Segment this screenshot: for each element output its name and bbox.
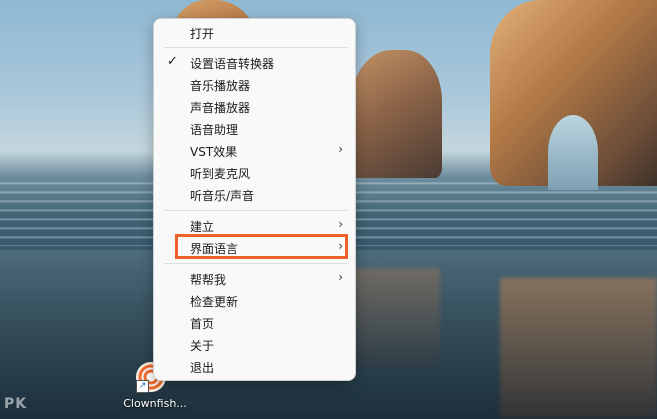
context-menu: 打开 ✓ 设置语音转换器 音乐播放器 声音播放器 语音助理 VST效果 › 听到… <box>153 18 356 381</box>
menu-item-voice-assistant[interactable]: 语音助理 <box>158 118 351 139</box>
menu-item-label: 听音乐/声音 <box>190 189 255 203</box>
checkmark-icon: ✓ <box>167 54 178 69</box>
menu-item-setup[interactable]: 建立 › <box>158 215 351 236</box>
menu-item-label: 检查更新 <box>190 295 239 309</box>
menu-item-music-player[interactable]: 音乐播放器 <box>158 74 351 95</box>
wallpaper-rock-middle <box>350 50 442 178</box>
watermark: PK <box>4 396 28 412</box>
menu-item-label: 关于 <box>190 339 215 353</box>
menu-item-label: 建立 <box>190 220 215 234</box>
menu-item-label: 音乐播放器 <box>190 79 251 93</box>
menu-item-exit[interactable]: 退出 <box>158 356 351 377</box>
chevron-right-icon: › <box>338 217 343 231</box>
menu-item-label: 首页 <box>190 317 215 331</box>
shortcut-arrow-icon: ↗ <box>136 380 149 393</box>
highlight-box <box>175 234 348 259</box>
menu-item-label: VST效果 <box>190 145 238 159</box>
menu-item-label: 语音助理 <box>190 123 239 137</box>
menu-item-label: 打开 <box>190 27 215 41</box>
menu-item-check-updates[interactable]: 检查更新 <box>158 290 351 311</box>
menu-item-label: 退出 <box>190 361 215 375</box>
menu-item-homepage[interactable]: 首页 <box>158 312 351 333</box>
menu-item-hear-music-sound[interactable]: 听音乐/声音 <box>158 184 351 205</box>
wallpaper-reflection-middle <box>350 268 440 368</box>
menu-item-vst-effects[interactable]: VST效果 › <box>158 140 351 161</box>
menu-item-label: 声音播放器 <box>190 101 251 115</box>
menu-separator <box>164 263 347 264</box>
menu-item-about[interactable]: 关于 <box>158 334 351 355</box>
menu-item-open[interactable]: 打开 <box>158 22 351 43</box>
chevron-right-icon: › <box>338 270 343 284</box>
menu-item-sound-player[interactable]: 声音播放器 <box>158 96 351 117</box>
menu-item-hear-microphone[interactable]: 听到麦克风 <box>158 162 351 183</box>
menu-separator <box>164 47 347 48</box>
wallpaper-arch-opening <box>548 115 598 190</box>
menu-item-voice-changer[interactable]: ✓ 设置语音转换器 <box>158 52 351 73</box>
menu-separator <box>164 210 347 211</box>
menu-item-label: 设置语音转换器 <box>190 57 275 71</box>
desktop-icon-label: Clownfish... <box>123 397 187 410</box>
menu-item-label: 帮帮我 <box>190 273 227 287</box>
chevron-right-icon: › <box>338 142 343 156</box>
menu-item-label: 听到麦克风 <box>190 167 251 181</box>
wallpaper-reflection-right <box>500 278 657 419</box>
menu-item-help[interactable]: 帮帮我 › <box>158 268 351 289</box>
